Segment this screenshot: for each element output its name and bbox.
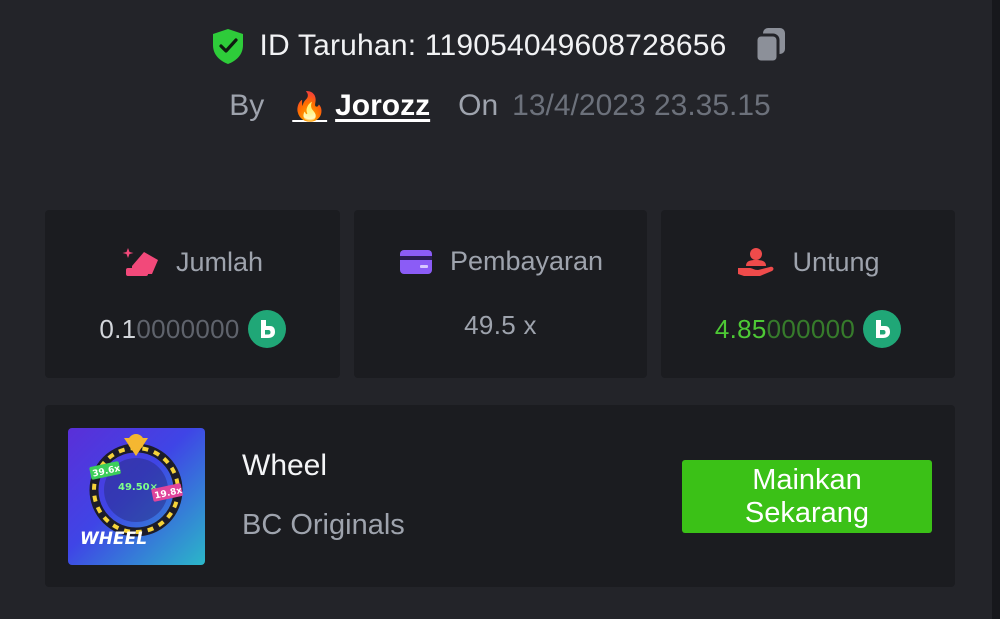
amount-header: Jumlah	[45, 246, 340, 278]
amount-value: 0.1 0000000	[45, 310, 340, 348]
payout-header: Pembayaran	[354, 246, 647, 277]
profit-value-zeros: 000000	[766, 313, 856, 344]
game-title: Wheel	[242, 449, 328, 482]
bet-id-value: 119054049608728656	[424, 29, 727, 62]
amount-value-main: 0.1	[99, 313, 137, 344]
profit-header: Untung	[661, 246, 955, 278]
payout-card: Pembayaran 49.5 x	[354, 210, 647, 378]
bet-date: 13/4/2023 23.35.15	[512, 89, 771, 122]
thumbnail-text: WHEEL	[80, 529, 148, 549]
profit-card: Untung 4.85 000000	[661, 210, 955, 378]
game-provider: BC Originals	[242, 509, 405, 541]
profit-label: Untung	[792, 246, 880, 277]
on-label: On	[458, 89, 499, 122]
bet-detail-page: ID Taruhan: 119054049608728656 By 🔥 Joro…	[0, 0, 1000, 619]
amount-card: Jumlah 0.1 0000000	[45, 210, 340, 378]
verified-shield-icon	[210, 27, 246, 65]
bet-amount-icon	[122, 248, 158, 276]
bcd-coin-icon	[863, 310, 902, 348]
amount-label: Jumlah	[175, 246, 264, 277]
amount-value-zeros: 0000000	[136, 313, 240, 344]
scrollbar-track[interactable]	[992, 0, 1000, 619]
game-panel: 39.6x 49.50× 19.8x WHEEL Wheel BC Origin…	[45, 405, 955, 587]
copy-id-button[interactable]	[751, 24, 791, 68]
bcd-coin-icon	[247, 310, 286, 348]
copy-icon	[754, 28, 785, 64]
bet-id-text: ID Taruhan: 119054049608728656	[260, 29, 727, 63]
wheel-game-thumbnail[interactable]: 39.6x 49.50× 19.8x WHEEL	[68, 428, 205, 565]
username-text: Jorozz	[335, 89, 431, 122]
profit-value: 4.85 000000	[661, 310, 955, 348]
profit-value-main: 4.85	[714, 313, 767, 344]
profit-hand-icon	[738, 248, 774, 276]
by-label: By	[229, 89, 265, 122]
username-link[interactable]: 🔥 Jorozz	[292, 89, 430, 123]
bet-id-row: ID Taruhan: 119054049608728656	[0, 24, 1000, 68]
card-icon	[399, 249, 432, 274]
bet-id-label: ID Taruhan:	[259, 29, 417, 62]
payout-label: Pembayaran	[449, 246, 604, 276]
payout-value-row: 49.5 x	[354, 310, 647, 341]
payout-value: 49.5 x	[464, 310, 537, 340]
play-now-button[interactable]: Mainkan Sekarang	[682, 460, 932, 533]
fire-icon: 🔥	[292, 90, 328, 122]
author-row: By 🔥 Jorozz On 13/4/2023 23.35.15	[0, 84, 1000, 128]
